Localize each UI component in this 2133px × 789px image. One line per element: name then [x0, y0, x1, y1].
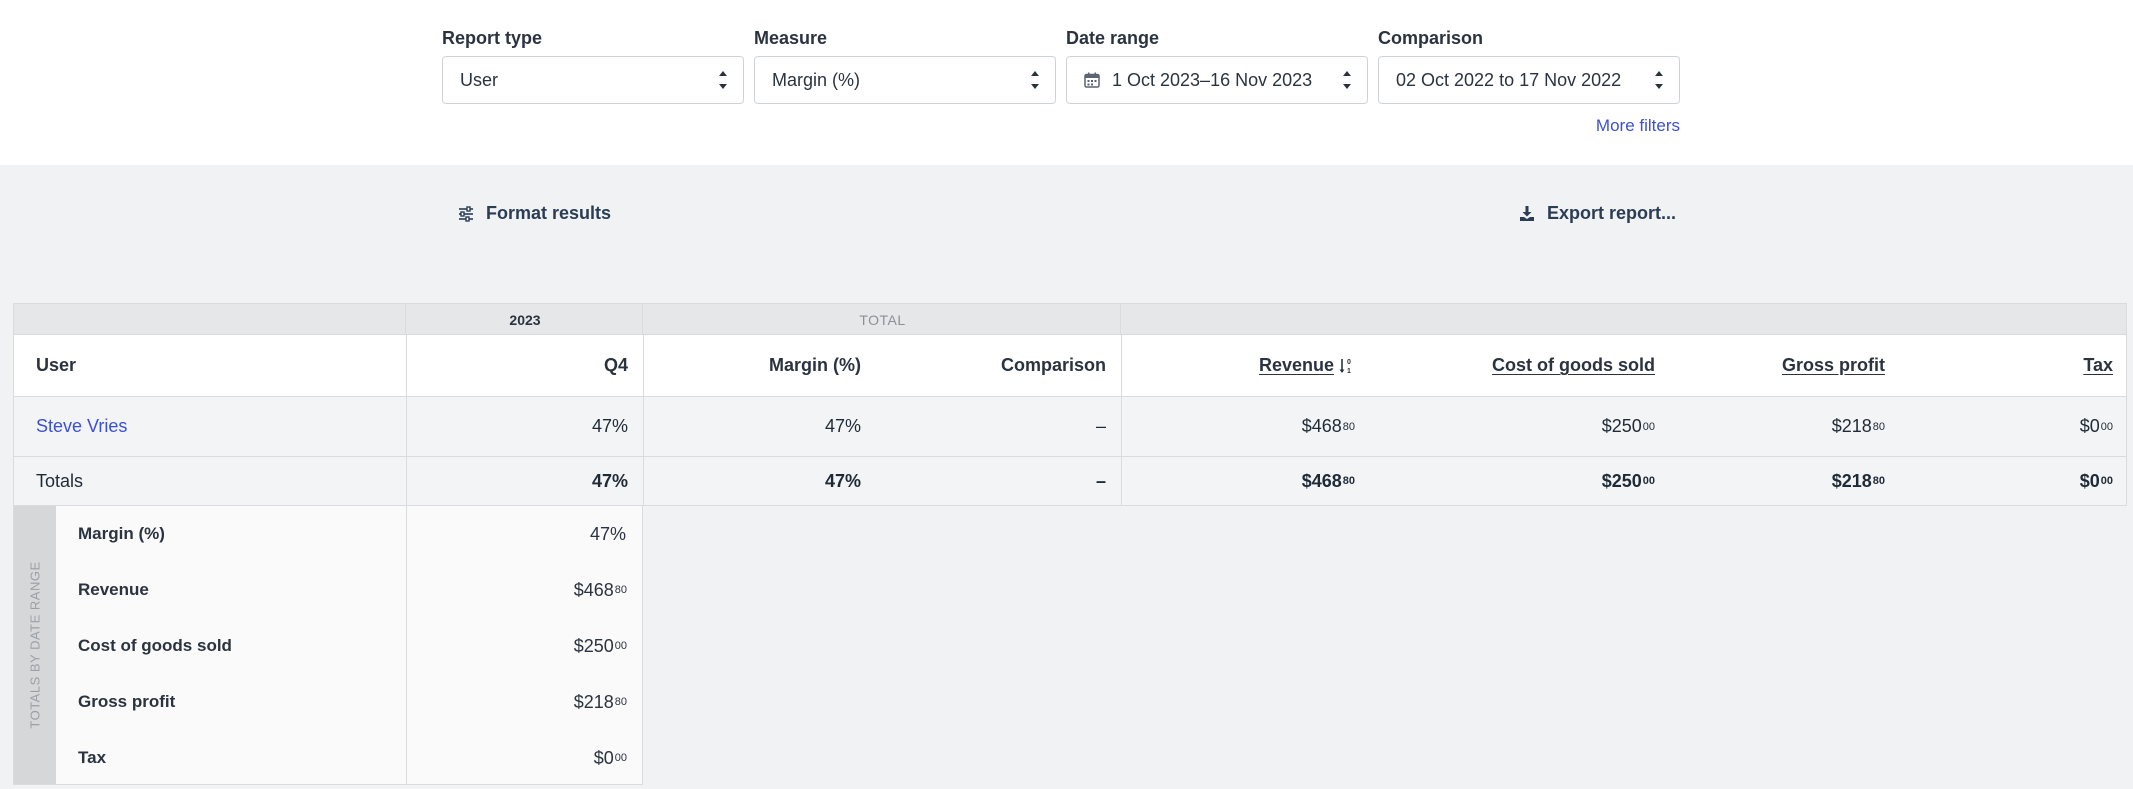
date-range-label: Date range — [1066, 28, 1160, 48]
col-user[interactable]: User — [36, 335, 336, 396]
report-type-filter: Report type User — [442, 26, 744, 104]
totals-revenue: $468 80 — [1301, 470, 1355, 491]
totals-margin: 47% — [824, 470, 861, 491]
svg-text:0: 0 — [1347, 359, 1351, 366]
totals-gross-profit: $218 80 — [1831, 470, 1885, 491]
format-results-button[interactable]: Format results — [458, 203, 611, 224]
cell-tax: $0 00 — [2079, 416, 2113, 436]
sliders-icon — [459, 205, 473, 222]
format-results-label: Format results — [486, 203, 612, 223]
totals-by-date-range-sidebar: TOTALS BY DATE RANGE — [14, 506, 56, 784]
totals-label: Totals — [36, 470, 84, 491]
totals-tax: $0 00 — [2079, 470, 2113, 491]
group-header-year: 2023 — [405, 303, 643, 335]
col-gross-profit-label: Gross profit — [1781, 355, 1885, 375]
measure-select[interactable]: Margin (%) — [754, 56, 1056, 104]
report-type-label: Report type — [442, 28, 543, 48]
svg-text:1: 1 — [1347, 368, 1351, 375]
comparison-value: 02 Oct 2022 to 17 Nov 2022 — [1396, 69, 1622, 90]
table-row: Steve Vries 47% 47% – $468 80 $250 00 $218… — [13, 397, 2127, 457]
group-header-metrics — [1120, 303, 2127, 335]
filter-bar: Report type User Measure Margin (%) Date… — [0, 0, 2133, 165]
col-q4[interactable]: Q4 — [406, 335, 628, 396]
totals-by-date-range-title: TOTALS BY DATE RANGE — [27, 561, 43, 729]
totals-q4: 47% — [591, 470, 628, 491]
user-link[interactable]: Steve Vries — [36, 397, 336, 456]
group-total-label: TOTAL — [859, 312, 906, 328]
list-item: Margin (%) 47% — [78, 524, 626, 544]
totals-row: Totals 47% 47% – $468 80 $250 00 $218 80 $0… — [13, 457, 2127, 506]
more-filters-link[interactable]: More filters — [1596, 116, 1680, 136]
totals-cogs: $250 00 — [1601, 470, 1655, 491]
totals-by-date-range-panel: TOTALS BY DATE RANGE Margin (%) 47% Reve… — [13, 505, 643, 785]
list-item: Gross profit $21880 — [78, 692, 627, 712]
calendar-icon — [1084, 72, 1100, 88]
report-type-value: User — [460, 69, 499, 90]
report-type-select[interactable]: User — [442, 56, 744, 104]
list-item: Revenue $46880 — [78, 580, 627, 600]
cell-cogs: $250 00 — [1601, 416, 1655, 436]
cell-margin: 47% — [824, 416, 861, 436]
col-cogs-label: Cost of goods sold — [1492, 355, 1655, 375]
group-header-blank — [13, 303, 406, 335]
col-margin[interactable]: Margin (%) — [643, 335, 861, 396]
cell-revenue: $468 80 — [1301, 416, 1355, 436]
list-item: Cost of goods sold $25000 — [78, 636, 627, 656]
totals-comparison: – — [1095, 470, 1106, 491]
group-year-label: 2023 — [509, 312, 541, 328]
col-gross-profit[interactable]: Gross profit — [1655, 335, 1885, 396]
col-revenue[interactable]: Revenue 0 1 — [1121, 335, 1355, 396]
date-range-select[interactable]: 1 Oct 2023–16 Nov 2023 — [1066, 56, 1368, 104]
col-tax-label: Tax — [2083, 355, 2113, 375]
date-range-value: 1 Oct 2023–16 Nov 2023 — [1112, 69, 1313, 90]
date-range-filter: Date range 1 Oct 2023–16 Nov 2023 — [1066, 26, 1368, 104]
updown-chevron-icon — [719, 71, 727, 89]
measure-label: Measure — [754, 28, 828, 48]
col-cogs[interactable]: Cost of goods sold — [1355, 335, 1655, 396]
cell-gross-profit: $218 80 — [1831, 416, 1885, 436]
col-tax[interactable]: Tax — [1885, 335, 2113, 396]
export-report-button[interactable]: Export report... — [1519, 203, 1676, 224]
updown-chevron-icon — [1031, 71, 1039, 89]
export-report-label: Export report... — [1547, 203, 1677, 223]
measure-value: Margin (%) — [772, 69, 861, 90]
cell-q4: 47% — [591, 416, 628, 436]
updown-chevron-icon — [1655, 71, 1663, 89]
col-revenue-label: Revenue — [1258, 355, 1334, 375]
group-header-total: TOTAL — [642, 303, 1121, 335]
column-header-row: User Q4 Margin (%) Comparison Revenue 0 … — [13, 335, 2127, 397]
sort-numeric-icon: 0 1 — [1339, 358, 1351, 375]
cell-comparison: – — [1095, 416, 1106, 436]
updown-chevron-icon — [1343, 71, 1351, 89]
measure-filter: Measure Margin (%) — [754, 26, 1056, 104]
comparison-filter: Comparison 02 Oct 2022 to 17 Nov 2022 — [1378, 26, 1680, 104]
list-item: Tax $000 — [78, 748, 627, 768]
col-comparison[interactable]: Comparison — [861, 335, 1106, 396]
comparison-select[interactable]: 02 Oct 2022 to 17 Nov 2022 — [1378, 56, 1680, 104]
comparison-label: Comparison — [1378, 28, 1484, 48]
download-icon — [1520, 205, 1534, 221]
